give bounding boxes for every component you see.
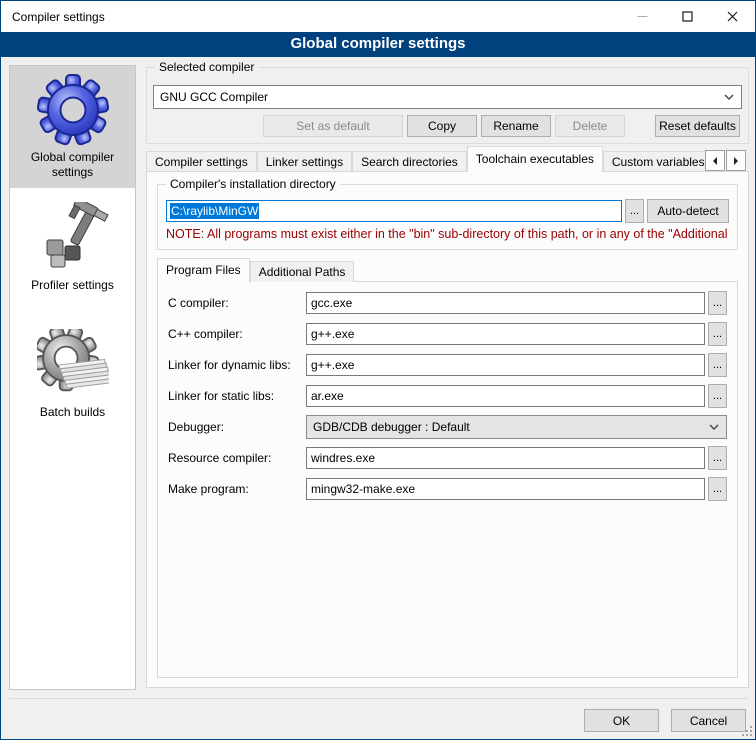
field-row-static-linker: Linker for static libs: ... xyxy=(168,384,727,408)
triangle-right-icon xyxy=(732,156,740,166)
installation-directory-input[interactable]: C:\raylib\MinGW xyxy=(166,200,622,222)
program-files-panel: C compiler: ... C++ compiler: ... Linker… xyxy=(157,281,738,678)
tab-compiler-settings[interactable]: Compiler settings xyxy=(146,151,257,172)
sidebar-item-profiler-settings[interactable]: Profiler settings xyxy=(10,194,135,301)
installation-directory-group: Compiler's installation directory C:\ray… xyxy=(157,184,738,250)
installation-directory-legend: Compiler's installation directory xyxy=(166,177,340,191)
rename-button[interactable]: Rename xyxy=(481,115,551,137)
sidebar-item-label: Global compiler settings xyxy=(12,150,133,180)
dynamic-linker-input[interactable] xyxy=(306,354,705,376)
browse-directory-button[interactable]: ... xyxy=(625,199,644,223)
compiler-select[interactable]: GNU GCC Compiler xyxy=(153,85,742,109)
bin-subdirectory-note: NOTE: All programs must exist either in … xyxy=(166,227,735,241)
field-row-dynamic-linker: Linker for dynamic libs: ... xyxy=(168,353,727,377)
maximize-icon xyxy=(682,11,693,22)
cancel-button[interactable]: Cancel xyxy=(671,709,746,732)
maximize-button[interactable] xyxy=(665,1,710,32)
close-icon xyxy=(727,11,738,22)
page-title: Global compiler settings xyxy=(1,32,755,57)
resize-grip-icon[interactable] xyxy=(742,726,752,736)
sidebar-item-label: Profiler settings xyxy=(12,278,133,293)
field-label: C++ compiler: xyxy=(168,327,306,341)
browse-static-linker-button[interactable]: ... xyxy=(708,384,727,408)
make-program-input[interactable] xyxy=(306,478,705,500)
debugger-select-value: GDB/CDB debugger : Default xyxy=(313,420,708,434)
blue-gear-icon xyxy=(37,74,109,146)
chevron-down-icon xyxy=(723,93,735,101)
installation-directory-value: C:\raylib\MinGW xyxy=(170,203,259,219)
field-row-resource-compiler: Resource compiler: ... xyxy=(168,446,727,470)
tab-scroll-arrows xyxy=(704,150,746,171)
selected-compiler-legend: Selected compiler xyxy=(155,60,258,74)
tab-toolchain-executables[interactable]: Toolchain executables xyxy=(467,146,603,172)
tab-search-directories[interactable]: Search directories xyxy=(352,151,467,172)
gray-gear-stack-icon xyxy=(37,329,109,401)
reset-defaults-button[interactable]: Reset defaults xyxy=(655,115,740,137)
static-linker-input[interactable] xyxy=(306,385,705,407)
c-compiler-input[interactable] xyxy=(306,292,705,314)
selected-compiler-group: Selected compiler GNU GCC Compiler Set a… xyxy=(146,67,749,144)
program-tabstrip: Program FilesAdditional Paths xyxy=(157,258,354,282)
compiler-select-value: GNU GCC Compiler xyxy=(160,90,723,104)
auto-detect-button[interactable]: Auto-detect xyxy=(647,199,729,223)
compiler-settings-dialog: Compiler settings Global compiler settin… xyxy=(0,0,756,740)
window-controls xyxy=(620,1,755,32)
field-row-c-compiler: C compiler: ... xyxy=(168,291,727,315)
ok-button[interactable]: OK xyxy=(584,709,659,732)
sidebar-item-batch-builds[interactable]: Batch builds xyxy=(10,321,135,428)
field-row-cpp-compiler: C++ compiler: ... xyxy=(168,322,727,346)
button-row-spacer xyxy=(625,115,651,137)
tab-scroll-right-button[interactable] xyxy=(726,150,746,171)
field-label: Linker for static libs: xyxy=(168,389,306,403)
sidebar-item-global-compiler-settings[interactable]: Global compiler settings xyxy=(10,66,135,188)
tab-custom-variables[interactable]: Custom variables xyxy=(603,151,705,172)
copy-button[interactable]: Copy xyxy=(407,115,477,137)
window-title: Compiler settings xyxy=(1,10,105,24)
debugger-select[interactable]: GDB/CDB debugger : Default xyxy=(306,415,727,439)
tab-linker-settings[interactable]: Linker settings xyxy=(257,151,352,172)
settings-tabstrip: Compiler settingsLinker settingsSearch d… xyxy=(146,146,705,172)
caliper-blocks-icon xyxy=(37,202,109,274)
cpp-compiler-input[interactable] xyxy=(306,323,705,345)
field-row-make-program: Make program: ... xyxy=(168,477,727,501)
field-label: Resource compiler: xyxy=(168,451,306,465)
settings-category-list: Global compiler settings Profiler settin… xyxy=(9,65,136,690)
browse-c-compiler-button[interactable]: ... xyxy=(708,291,727,315)
tab-scroll-left-button[interactable] xyxy=(705,150,725,171)
triangle-left-icon xyxy=(711,156,719,166)
browse-make-program-button[interactable]: ... xyxy=(708,477,727,501)
installation-directory-row: C:\raylib\MinGW ... Auto-detect xyxy=(166,199,729,223)
field-label: C compiler: xyxy=(168,296,306,310)
tab-program-files[interactable]: Program Files xyxy=(157,258,250,282)
minimize-icon xyxy=(637,11,648,22)
close-button[interactable] xyxy=(710,1,755,32)
titlebar: Compiler settings xyxy=(1,1,755,32)
browse-cpp-compiler-button[interactable]: ... xyxy=(708,322,727,346)
delete-button[interactable]: Delete xyxy=(555,115,625,137)
set-as-default-button[interactable]: Set as default xyxy=(263,115,403,137)
minimize-button[interactable] xyxy=(620,1,665,32)
field-label: Make program: xyxy=(168,482,306,496)
tab-additional-paths[interactable]: Additional Paths xyxy=(250,261,355,282)
field-label: Linker for dynamic libs: xyxy=(168,358,306,372)
sidebar-item-label: Batch builds xyxy=(12,405,133,420)
resource-compiler-input[interactable] xyxy=(306,447,705,469)
toolchain-executables-panel: Compiler's installation directory C:\ray… xyxy=(146,171,749,688)
browse-dynamic-linker-button[interactable]: ... xyxy=(708,353,727,377)
field-label: Debugger: xyxy=(168,420,306,434)
footer-separator xyxy=(9,698,747,699)
field-row-debugger: Debugger: GDB/CDB debugger : Default xyxy=(168,415,727,439)
compiler-actions: Set as default Copy Rename Delete Reset … xyxy=(259,115,740,137)
chevron-down-icon xyxy=(708,423,720,431)
browse-resource-compiler-button[interactable]: ... xyxy=(708,446,727,470)
